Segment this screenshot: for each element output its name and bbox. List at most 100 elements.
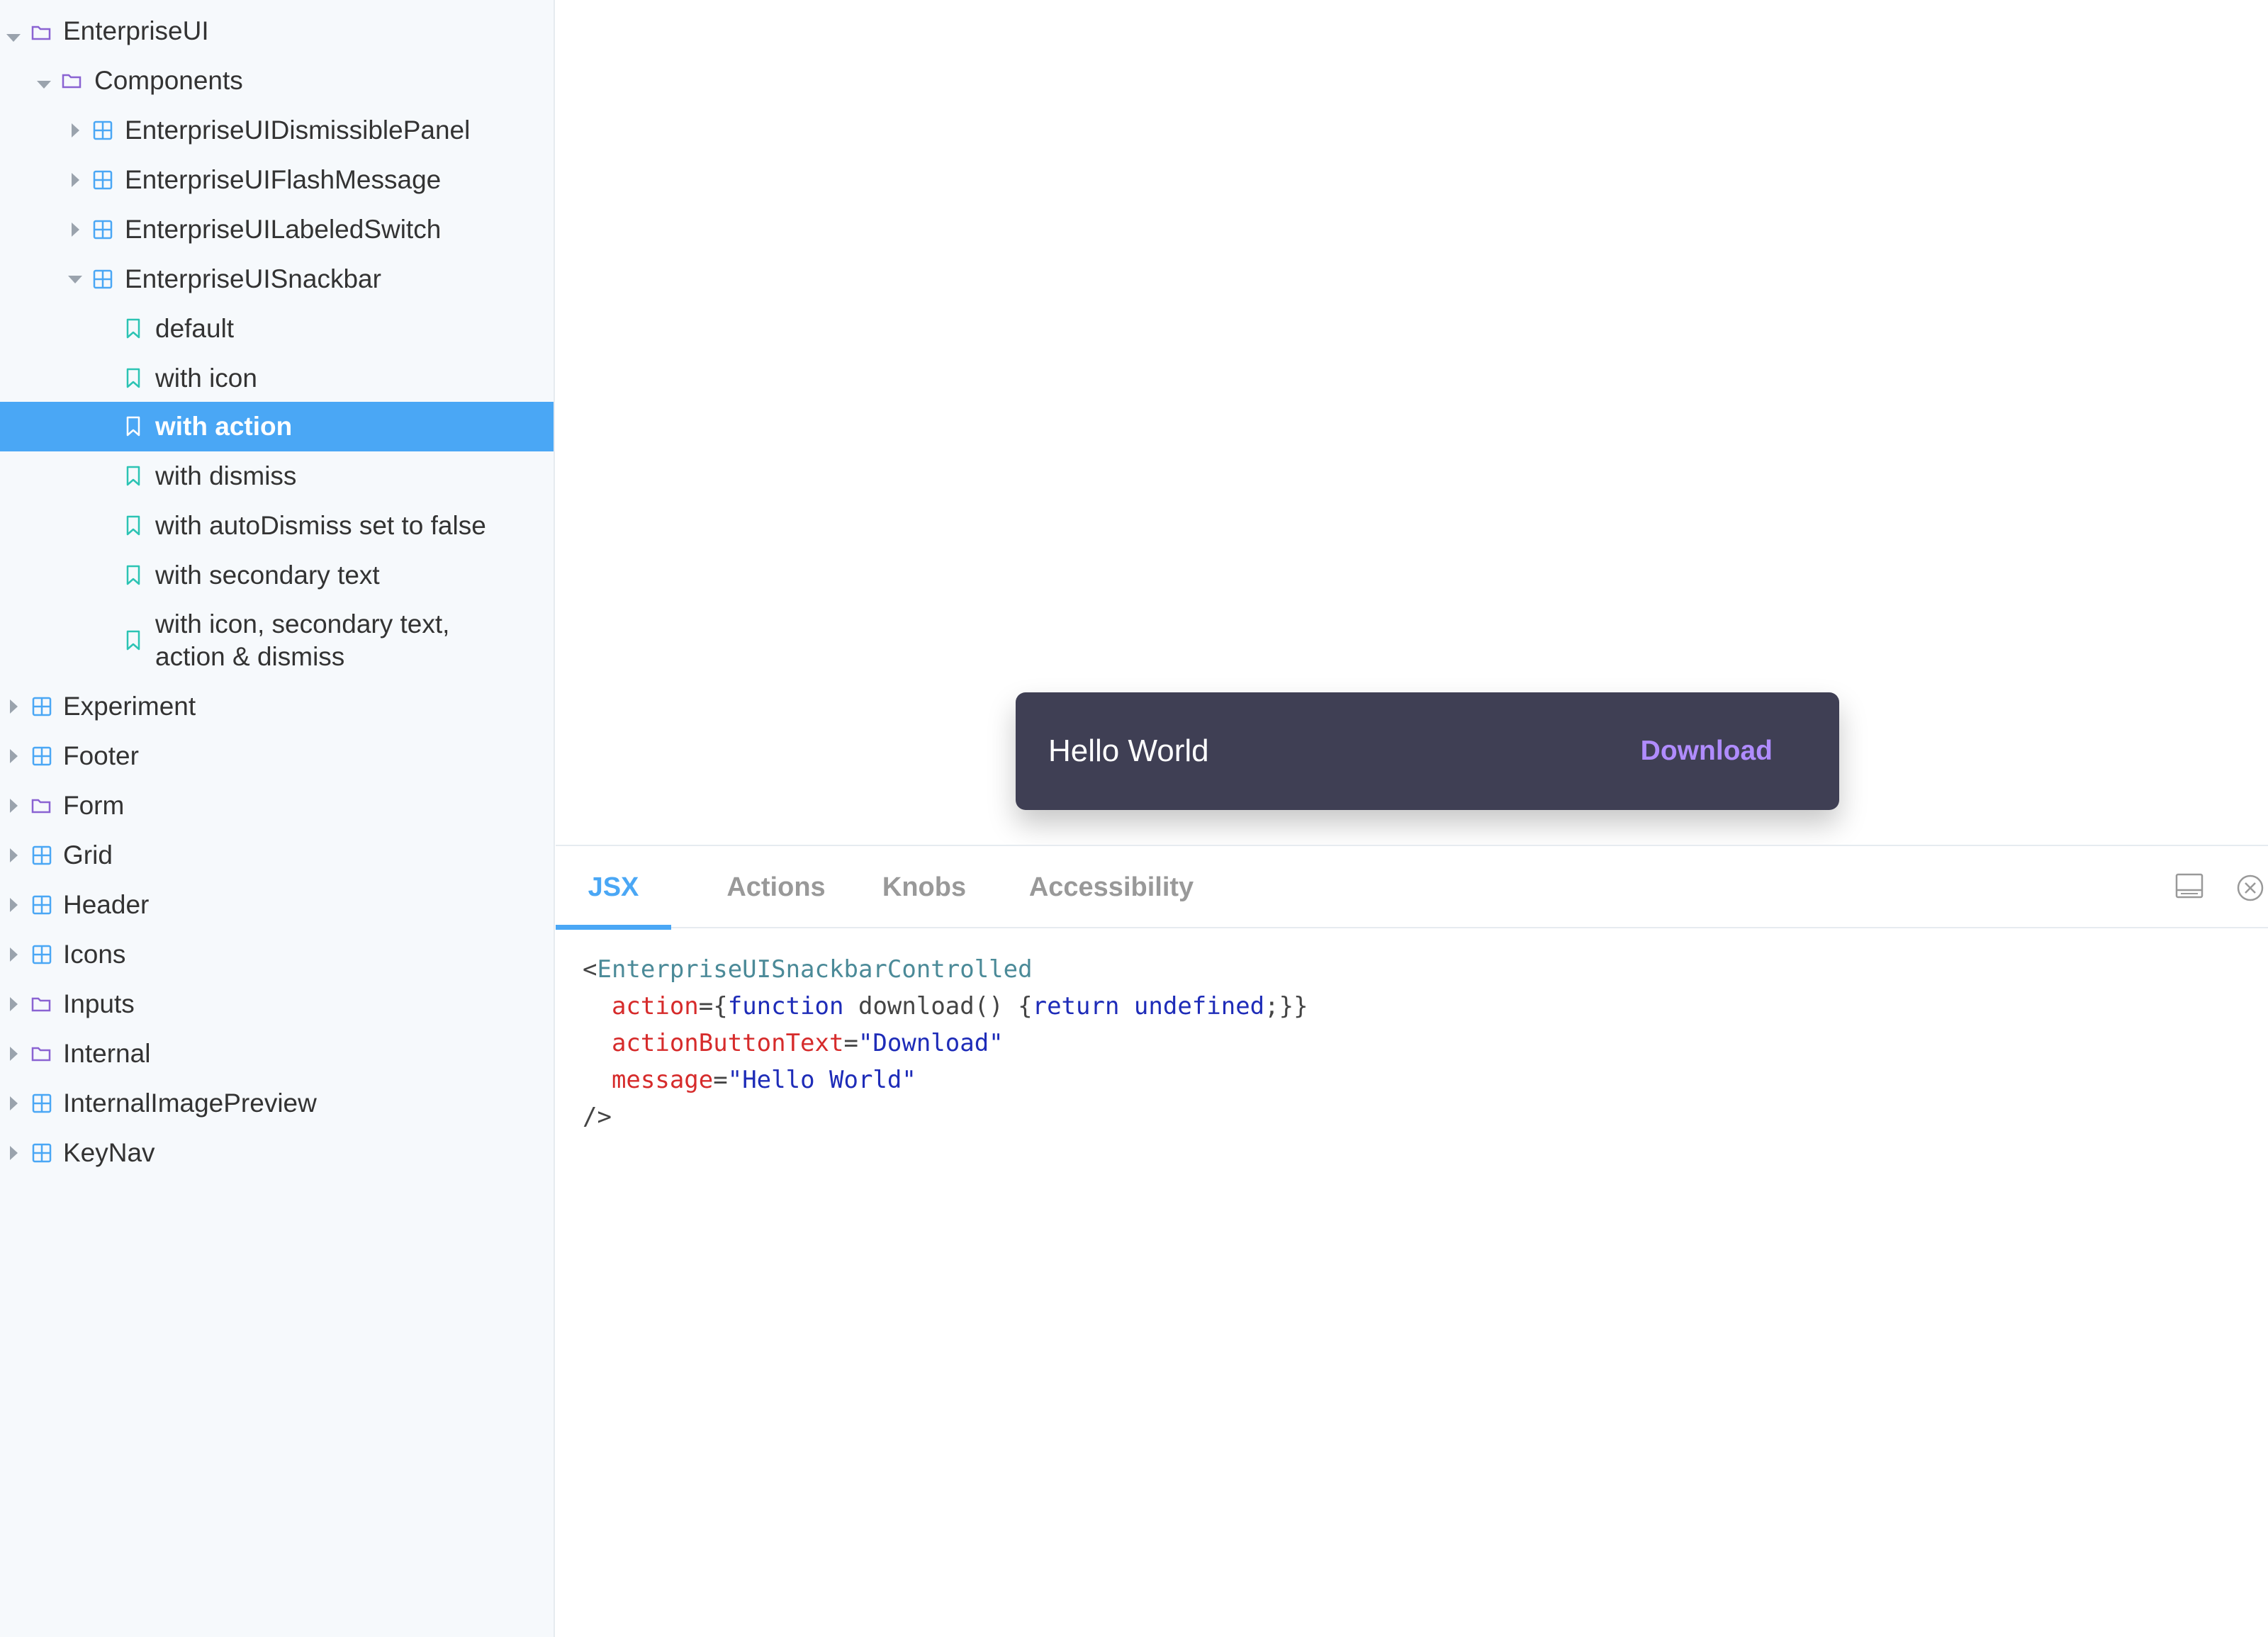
code-fn-end: ;}} [1264, 992, 1308, 1020]
caret-right-icon[interactable] [10, 1096, 18, 1110]
tree-item-story-all-options[interactable]: with icon, secondary text, action & dism… [0, 607, 554, 675]
caret-down-icon[interactable] [37, 81, 51, 89]
component-grid-icon [93, 220, 113, 240]
addons-panel: JSX Actions Knobs Accessibility <Enterpr… [556, 845, 2268, 1637]
caret-right-icon[interactable] [10, 947, 18, 962]
tab-accessibility[interactable]: Accessibility [1005, 846, 1218, 928]
bookmark-icon [126, 318, 140, 339]
folder-icon [31, 25, 51, 40]
tree-item-internal-image-preview[interactable]: InternalImagePreview [0, 1079, 554, 1128]
code-keyword-return: return [1032, 992, 1120, 1020]
code-component-name: EnterpriseUISnackbarControlled [597, 955, 1033, 984]
bookmark-icon [126, 515, 140, 536]
folder-icon [31, 996, 51, 1012]
tree-item-grid[interactable]: Grid [0, 831, 554, 880]
close-circle-icon[interactable] [2237, 874, 2264, 905]
tab-knobs[interactable]: Knobs [853, 846, 995, 928]
caret-right-icon[interactable] [10, 997, 18, 1011]
tree-item-label: EnterpriseUILabeledSwitch [125, 215, 442, 244]
tree-item-form[interactable]: Form [0, 781, 554, 831]
tree-item-story-with-dismiss[interactable]: with dismiss [0, 451, 554, 501]
caret-down-icon[interactable] [68, 276, 82, 283]
tab-actions[interactable]: Actions [702, 846, 850, 928]
tree-item-label: EnterpriseUI [63, 16, 209, 45]
tree-item-story-auto-dismiss-false[interactable]: with autoDismiss set to false [0, 501, 554, 551]
tree-item-label: Grid [63, 840, 113, 870]
bookmark-icon [126, 565, 140, 586]
tree-item-label: Footer [63, 741, 139, 770]
code-eq: = [713, 1066, 728, 1094]
caret-right-icon[interactable] [10, 1047, 18, 1061]
snackbar-download-button[interactable]: Download [1641, 736, 1773, 767]
snackbar-message: Hello World [1048, 733, 1209, 768]
component-grid-icon [32, 1093, 52, 1113]
tree-item-enterpriseui[interactable]: EnterpriseUI [0, 6, 554, 56]
tree-item-header[interactable]: Header [0, 880, 554, 930]
tree-item-label: KeyNav [63, 1138, 155, 1167]
tree-item-story-with-icon[interactable]: with icon [0, 354, 554, 403]
tree-item-label: InternalImagePreview [63, 1088, 317, 1118]
code-eq: = [843, 1029, 858, 1057]
code-open-bracket: < [583, 955, 597, 984]
tree-item-internal[interactable]: Internal [0, 1029, 554, 1079]
component-grid-icon [32, 845, 52, 865]
tree-item-label: Internal [63, 1039, 151, 1068]
tree-item-components[interactable]: Components [0, 56, 554, 106]
snackbar: Hello World Download [1016, 692, 1839, 810]
caret-right-icon[interactable] [72, 223, 79, 237]
tree-item-story-with-action[interactable]: with action [0, 402, 554, 451]
story-preview: Hello World Download [556, 0, 2268, 845]
code-attr-action: action [611, 992, 699, 1020]
tree-item-flash-message[interactable]: EnterpriseUIFlashMessage [0, 155, 554, 205]
caret-right-icon[interactable] [10, 898, 18, 912]
component-grid-icon [32, 1143, 52, 1163]
addons-tabbar: JSX Actions Knobs Accessibility [556, 846, 2268, 930]
tree-item-label: Inputs [63, 989, 135, 1018]
code-eq-brace: ={ [698, 992, 728, 1020]
tree-item-story-default[interactable]: default [0, 304, 554, 354]
code-line-2: action={function download() {return unde… [583, 988, 1308, 1025]
tree-item-inputs[interactable]: Inputs [0, 979, 554, 1029]
code-keyword-undefined: undefined [1133, 992, 1265, 1020]
code-value-hello-world: "Hello World" [727, 1066, 916, 1094]
jsx-code-block: <EnterpriseUISnackbarControlled action={… [583, 951, 1308, 1135]
tree-item-experiment[interactable]: Experiment [0, 682, 554, 731]
tree-item-label: EnterpriseUIFlashMessage [125, 165, 442, 194]
code-self-close: /> [583, 1103, 612, 1131]
caret-right-icon[interactable] [10, 749, 18, 763]
code-fn-signature: download() { [843, 992, 1033, 1020]
tree-item-footer[interactable]: Footer [0, 731, 554, 781]
sidebar: EnterpriseUI Components EnterpriseUIDism… [0, 0, 555, 1637]
caret-right-icon[interactable] [10, 1146, 18, 1160]
caret-right-icon[interactable] [10, 699, 18, 714]
caret-down-icon[interactable] [6, 34, 21, 42]
component-grid-icon [93, 269, 113, 289]
tab-jsx[interactable]: JSX [556, 846, 671, 930]
code-attr-message: message [611, 1066, 714, 1094]
component-grid-icon [32, 697, 52, 716]
tree-item-label: default [155, 314, 235, 343]
tree-item-label: with action [155, 412, 293, 441]
tree-item-story-secondary-text[interactable]: with secondary text [0, 551, 554, 600]
caret-right-icon[interactable] [72, 123, 79, 137]
tree-item-dismissible-panel[interactable]: EnterpriseUIDismissiblePanel [0, 106, 554, 155]
caret-right-icon[interactable] [10, 848, 18, 862]
caret-right-icon[interactable] [72, 173, 79, 187]
tree-item-labeled-switch[interactable]: EnterpriseUILabeledSwitch [0, 205, 554, 254]
code-line-5: /> [583, 1098, 1308, 1135]
tree-item-label: Form [63, 791, 125, 820]
tree-item-label: EnterpriseUIDismissiblePanel [125, 116, 471, 145]
tree-item-snackbar[interactable]: EnterpriseUISnackbar [0, 254, 554, 304]
folder-icon [31, 798, 51, 814]
code-line-3: actionButtonText="Download" [583, 1025, 1308, 1062]
tree-item-icons[interactable]: Icons [0, 930, 554, 979]
caret-right-icon[interactable] [10, 799, 18, 813]
bookmark-icon [126, 630, 140, 651]
folder-icon [62, 73, 82, 89]
bookmark-icon [126, 416, 140, 437]
panel-bottom-icon[interactable] [2175, 873, 2204, 902]
tree-item-label: with icon [155, 364, 257, 393]
tree-item-keynav[interactable]: KeyNav [0, 1128, 554, 1178]
tree-item-label: with icon, secondary text, action & dism… [155, 609, 450, 671]
component-grid-icon [93, 120, 113, 140]
